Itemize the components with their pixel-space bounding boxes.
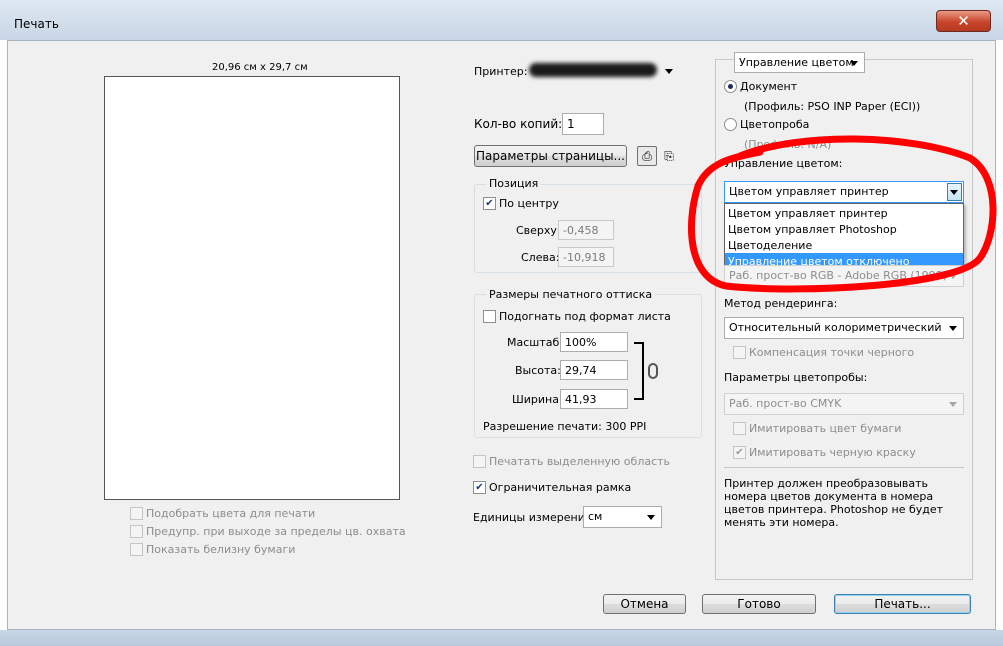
landscape-orientation-icon[interactable]: ⎘ <box>661 147 677 165</box>
fit-to-page-checkbox[interactable] <box>483 310 496 323</box>
height-label: Высота: <box>515 364 561 377</box>
chevron-down-icon <box>850 60 858 66</box>
document-profile: (Профиль: PSO INP Paper (ECI)) <box>744 100 921 113</box>
simulate-ink-label: Имитировать черную краску <box>749 446 916 459</box>
chevron-down-icon <box>647 515 655 520</box>
gamut-warning-label: Предупр. при выходе за пределы цв. охват… <box>146 525 406 538</box>
top-label: Сверху: <box>516 224 561 237</box>
color-mode-select[interactable]: Управление цветом <box>734 52 865 73</box>
chain-link-icon[interactable] <box>648 363 658 379</box>
chevron-down-icon <box>665 69 673 74</box>
bounding-box-checkbox[interactable]: ✔ <box>473 481 486 494</box>
proof-setup-select[interactable]: Раб. прост-во CMYK <box>724 393 964 415</box>
rendering-intent-value: Относительный колориметрический <box>729 321 942 334</box>
fit-to-page-label: Подогнать под формат листа <box>499 310 671 323</box>
chevron-down-icon <box>949 402 957 407</box>
show-paper-white-label: Показать белизну бумаги <box>146 543 296 556</box>
printer-select[interactable] <box>523 59 679 83</box>
proof-setup-value: Раб. прост-во CMYK <box>729 397 842 410</box>
portrait-orientation-icon[interactable]: ⎙ <box>637 146 657 166</box>
red-annotation-circle <box>687 135 997 293</box>
bounding-box-label: Ограничительная рамка <box>489 481 632 494</box>
scale-label: Масштаб: <box>507 336 563 349</box>
gamut-warning-checkbox[interactable] <box>130 525 143 538</box>
done-button[interactable]: Готово <box>702 594 816 614</box>
simulate-ink-checkbox[interactable]: ✔ <box>733 446 746 459</box>
aspect-bracket <box>634 342 644 400</box>
match-colors-label: Подобрать цвета для печати <box>146 507 316 520</box>
print-selected-area-checkbox[interactable] <box>473 455 486 468</box>
color-mode-value: Управление цветом <box>739 56 854 69</box>
center-label: По центру <box>499 197 559 210</box>
title-bar <box>0 0 1003 40</box>
copies-input[interactable]: 1 <box>562 113 604 135</box>
simulate-paper-checkbox[interactable] <box>733 422 746 435</box>
width-label: Ширина: <box>512 393 563 406</box>
chevron-down-icon <box>949 326 957 331</box>
left-label: Слева: <box>521 251 560 264</box>
scale-input[interactable]: 100% <box>560 332 628 352</box>
proof-setup-label: Параметры цветопробы: <box>724 371 868 384</box>
color-description: Принтер должен преобразовывать номера цв… <box>724 477 944 529</box>
print-button[interactable]: Печать... <box>834 594 971 614</box>
black-point-label: Компенсация точки черного <box>749 346 915 359</box>
left-input[interactable]: -10,918 <box>558 247 614 267</box>
window-title: Печать <box>14 17 59 31</box>
top-input[interactable]: -0,458 <box>558 220 614 240</box>
rendering-intent-select[interactable]: Относительный колориметрический <box>724 317 964 339</box>
black-point-checkbox[interactable] <box>733 346 746 359</box>
simulate-paper-label: Имитировать цвет бумаги <box>749 422 902 435</box>
print-selected-area-label: Печатать выделенную область <box>489 455 671 468</box>
print-size-legend: Размеры печатного оттиска <box>486 288 656 301</box>
separator <box>724 467 964 468</box>
radio-dot <box>728 84 733 89</box>
units-value: см <box>588 510 603 523</box>
document-label: Документ <box>740 80 798 93</box>
cancel-button[interactable]: Отмена <box>603 594 686 614</box>
redacted-printer-name <box>529 63 657 77</box>
position-legend: Позиция <box>486 177 542 190</box>
units-label: Единицы измерения: <box>473 511 596 524</box>
print-resolution: Разрешение печати: 300 PPI <box>483 420 647 433</box>
window-frame-bottom <box>0 630 1003 646</box>
width-input[interactable]: 41,93 <box>560 389 628 409</box>
document-radio[interactable] <box>724 80 737 93</box>
close-button[interactable]: ✕ <box>936 10 991 32</box>
height-input[interactable]: 29,74 <box>560 360 628 380</box>
printer-label: Принтер: <box>474 65 528 78</box>
print-preview <box>104 76 400 500</box>
copies-label: Кол-во копий: <box>474 117 563 131</box>
center-checkbox[interactable]: ✔ <box>483 197 496 210</box>
show-paper-white-checkbox[interactable] <box>130 543 143 556</box>
match-colors-checkbox[interactable] <box>130 507 143 520</box>
paper-size-label: 20,96 см x 29,7 см <box>212 62 308 73</box>
annotation-stroke <box>687 135 997 293</box>
page-setup-button[interactable]: Параметры страницы... <box>474 145 627 167</box>
units-select[interactable]: см <box>583 506 662 528</box>
